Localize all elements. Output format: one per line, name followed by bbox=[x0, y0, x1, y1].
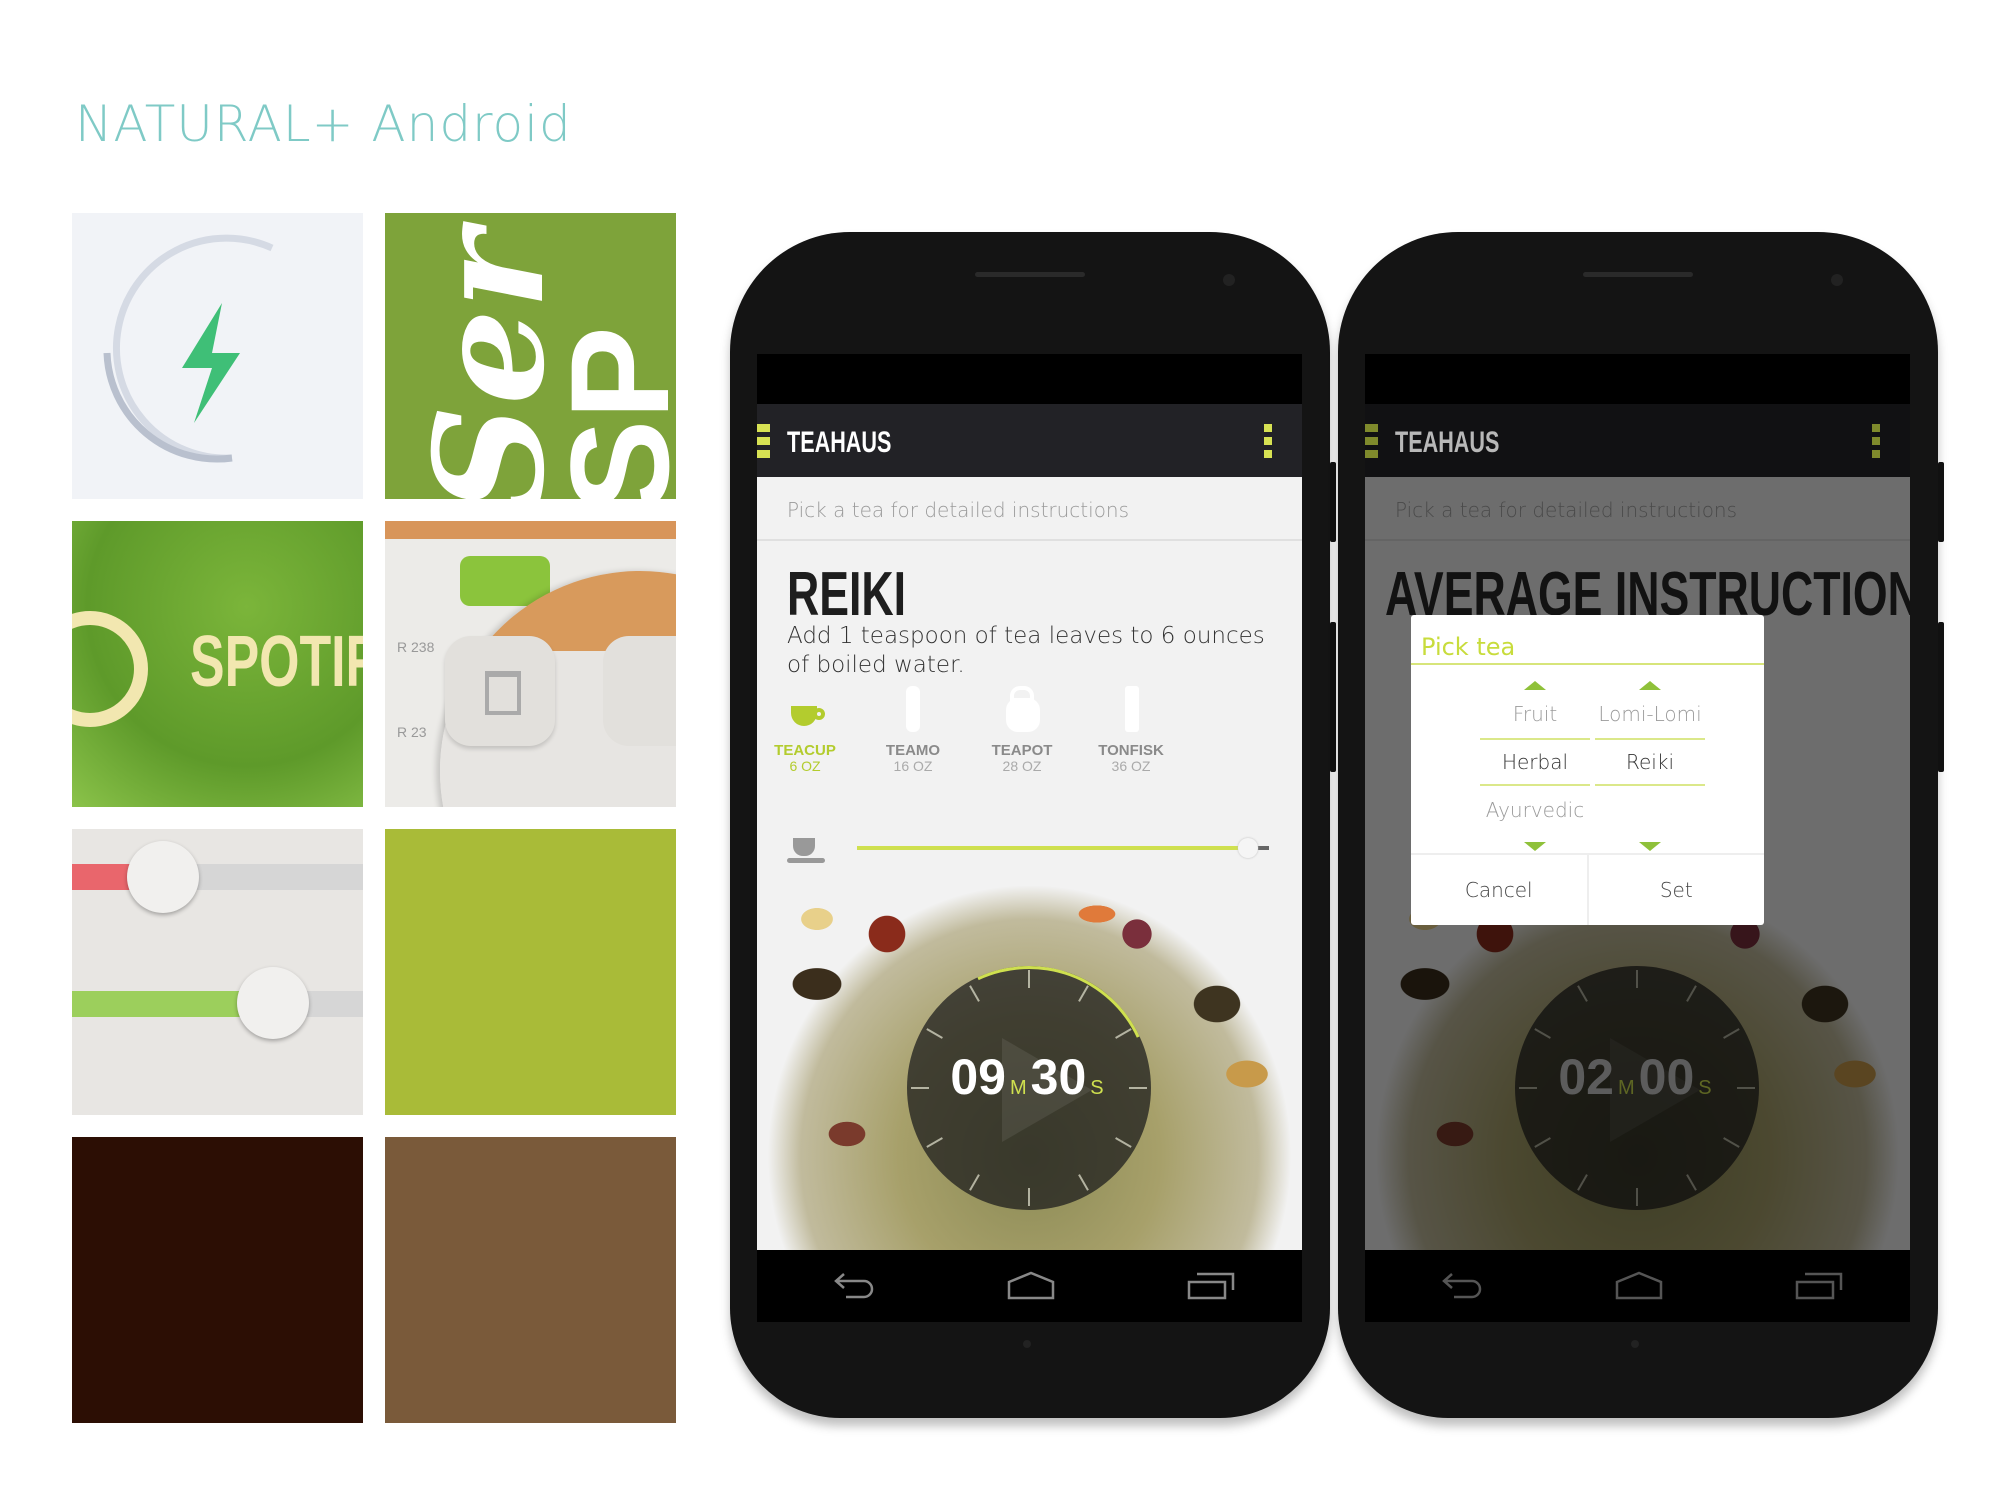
timer-minutes: 09 bbox=[950, 1049, 1006, 1105]
timer-tick bbox=[911, 1087, 929, 1089]
picker-option[interactable]: Ayurvedic bbox=[1480, 786, 1590, 834]
nav-bar bbox=[757, 1250, 1302, 1322]
picker-option[interactable]: Lomi-Lomi bbox=[1595, 690, 1705, 738]
tile-spotify: SPOTIFY bbox=[72, 521, 363, 807]
tile-text-sans: SP bbox=[541, 326, 676, 499]
app-title: TEAHAUS bbox=[787, 426, 892, 459]
action-bar: TEAHAUS bbox=[1365, 404, 1910, 477]
row-label: R 238 bbox=[397, 639, 435, 655]
timer-seconds: 30 bbox=[1030, 1049, 1087, 1105]
tea-picker-prompt[interactable]: Pick a tea for detailed instructions bbox=[1365, 477, 1910, 541]
mug-icon bbox=[1081, 684, 1181, 738]
category-picker[interactable]: Fruit Herbal Ayurvedic bbox=[1480, 673, 1590, 851]
arrow-up-icon[interactable] bbox=[1524, 681, 1546, 690]
row-label: R 23 bbox=[397, 724, 427, 740]
picker-selected[interactable]: Herbal bbox=[1480, 738, 1590, 786]
vessel-teamo[interactable]: TEAMO 16 OZ bbox=[863, 684, 963, 773]
timer-tick bbox=[1129, 1087, 1147, 1089]
app-screen: TEAHAUS Pick a tea for detailed instruct… bbox=[757, 354, 1302, 1322]
recents-icon[interactable] bbox=[1795, 1270, 1843, 1300]
dialog-title: Pick tea bbox=[1421, 633, 1516, 661]
vessel-teapot[interactable]: TEAPOT 28 OZ bbox=[972, 684, 1072, 773]
overflow-menu-icon[interactable] bbox=[1264, 424, 1272, 458]
arrow-down-icon[interactable] bbox=[1639, 842, 1661, 851]
tile-sliders bbox=[72, 829, 363, 1115]
drawer-menu-icon[interactable] bbox=[1365, 424, 1378, 458]
lightning-bolt-icon bbox=[103, 234, 274, 463]
app-screen: 02M00S TEAHAUS Pick a tea for detailed i… bbox=[1365, 354, 1910, 1322]
action-bar: TEAHAUS bbox=[757, 404, 1302, 477]
page-title: NATURAL+ Android bbox=[75, 95, 572, 153]
arrow-up-icon[interactable] bbox=[1639, 681, 1661, 690]
back-icon[interactable] bbox=[832, 1270, 876, 1300]
nav-bar bbox=[1365, 1250, 1910, 1322]
tea-name: REIKI bbox=[787, 560, 907, 629]
tea-instructions: Add 1 teaspoon of tea leaves to 6 ounces… bbox=[787, 623, 1265, 678]
cancel-button[interactable]: Cancel bbox=[1411, 855, 1587, 925]
water-amount-slider[interactable] bbox=[857, 838, 1269, 858]
vessel-tonfisk[interactable]: TONFISK 36 OZ bbox=[1081, 684, 1181, 773]
picker-option[interactable]: Fruit bbox=[1480, 690, 1590, 738]
recents-icon[interactable] bbox=[1187, 1270, 1235, 1300]
back-icon[interactable] bbox=[1440, 1270, 1484, 1300]
timer-tick bbox=[1028, 970, 1030, 988]
tea-picker[interactable]: Lomi-Lomi Reiki bbox=[1595, 673, 1705, 851]
tea-picker-prompt[interactable]: Pick a tea for detailed instructions bbox=[757, 477, 1302, 541]
set-button[interactable]: Set bbox=[1586, 855, 1765, 925]
steaming-cup-icon bbox=[787, 826, 827, 866]
tile-wood-ui: R 238 R 23 bbox=[385, 521, 676, 807]
overflow-menu-icon[interactable] bbox=[1872, 424, 1880, 458]
swatch-brown bbox=[385, 1137, 676, 1423]
brew-timer[interactable]: 09 M30 S bbox=[872, 931, 1186, 1245]
swatch-dark-brown bbox=[72, 1137, 363, 1423]
arrow-down-icon[interactable] bbox=[1524, 842, 1546, 851]
tile-charge-ui bbox=[72, 213, 363, 499]
home-icon[interactable] bbox=[1615, 1270, 1663, 1300]
picker-selected[interactable]: Reiki bbox=[1595, 738, 1705, 786]
timer-tick bbox=[1028, 1188, 1030, 1206]
vessel-teacup[interactable]: TEACUP 6 OZ bbox=[757, 684, 855, 773]
slider-handle[interactable] bbox=[1238, 838, 1259, 858]
pick-tea-dialog: Pick tea Fruit Herbal Ayurvedic Lomi-Lom… bbox=[1411, 615, 1764, 925]
tile-text-serif: Ser bbox=[402, 230, 578, 499]
spotify-text: SPOTIFY bbox=[190, 622, 363, 702]
teapot-icon bbox=[972, 684, 1072, 738]
thermos-icon bbox=[863, 684, 963, 738]
drawer-menu-icon[interactable] bbox=[757, 424, 770, 458]
tile-typography: Ser SP bbox=[385, 213, 676, 499]
trash-icon bbox=[485, 671, 521, 715]
teacup-icon bbox=[757, 684, 855, 738]
phone-mockup-picker: 02M00S TEAHAUS Pick a tea for detailed i… bbox=[1338, 232, 1944, 1418]
phone-mockup-timer: TEAHAUS Pick a tea for detailed instruct… bbox=[730, 232, 1336, 1418]
status-bar bbox=[757, 354, 1302, 404]
app-title: TEAHAUS bbox=[1395, 426, 1500, 459]
swatch-lime bbox=[385, 829, 676, 1115]
home-icon[interactable] bbox=[1007, 1270, 1055, 1300]
atom-logo-icon bbox=[72, 611, 148, 727]
picker-option[interactable] bbox=[1595, 786, 1705, 834]
